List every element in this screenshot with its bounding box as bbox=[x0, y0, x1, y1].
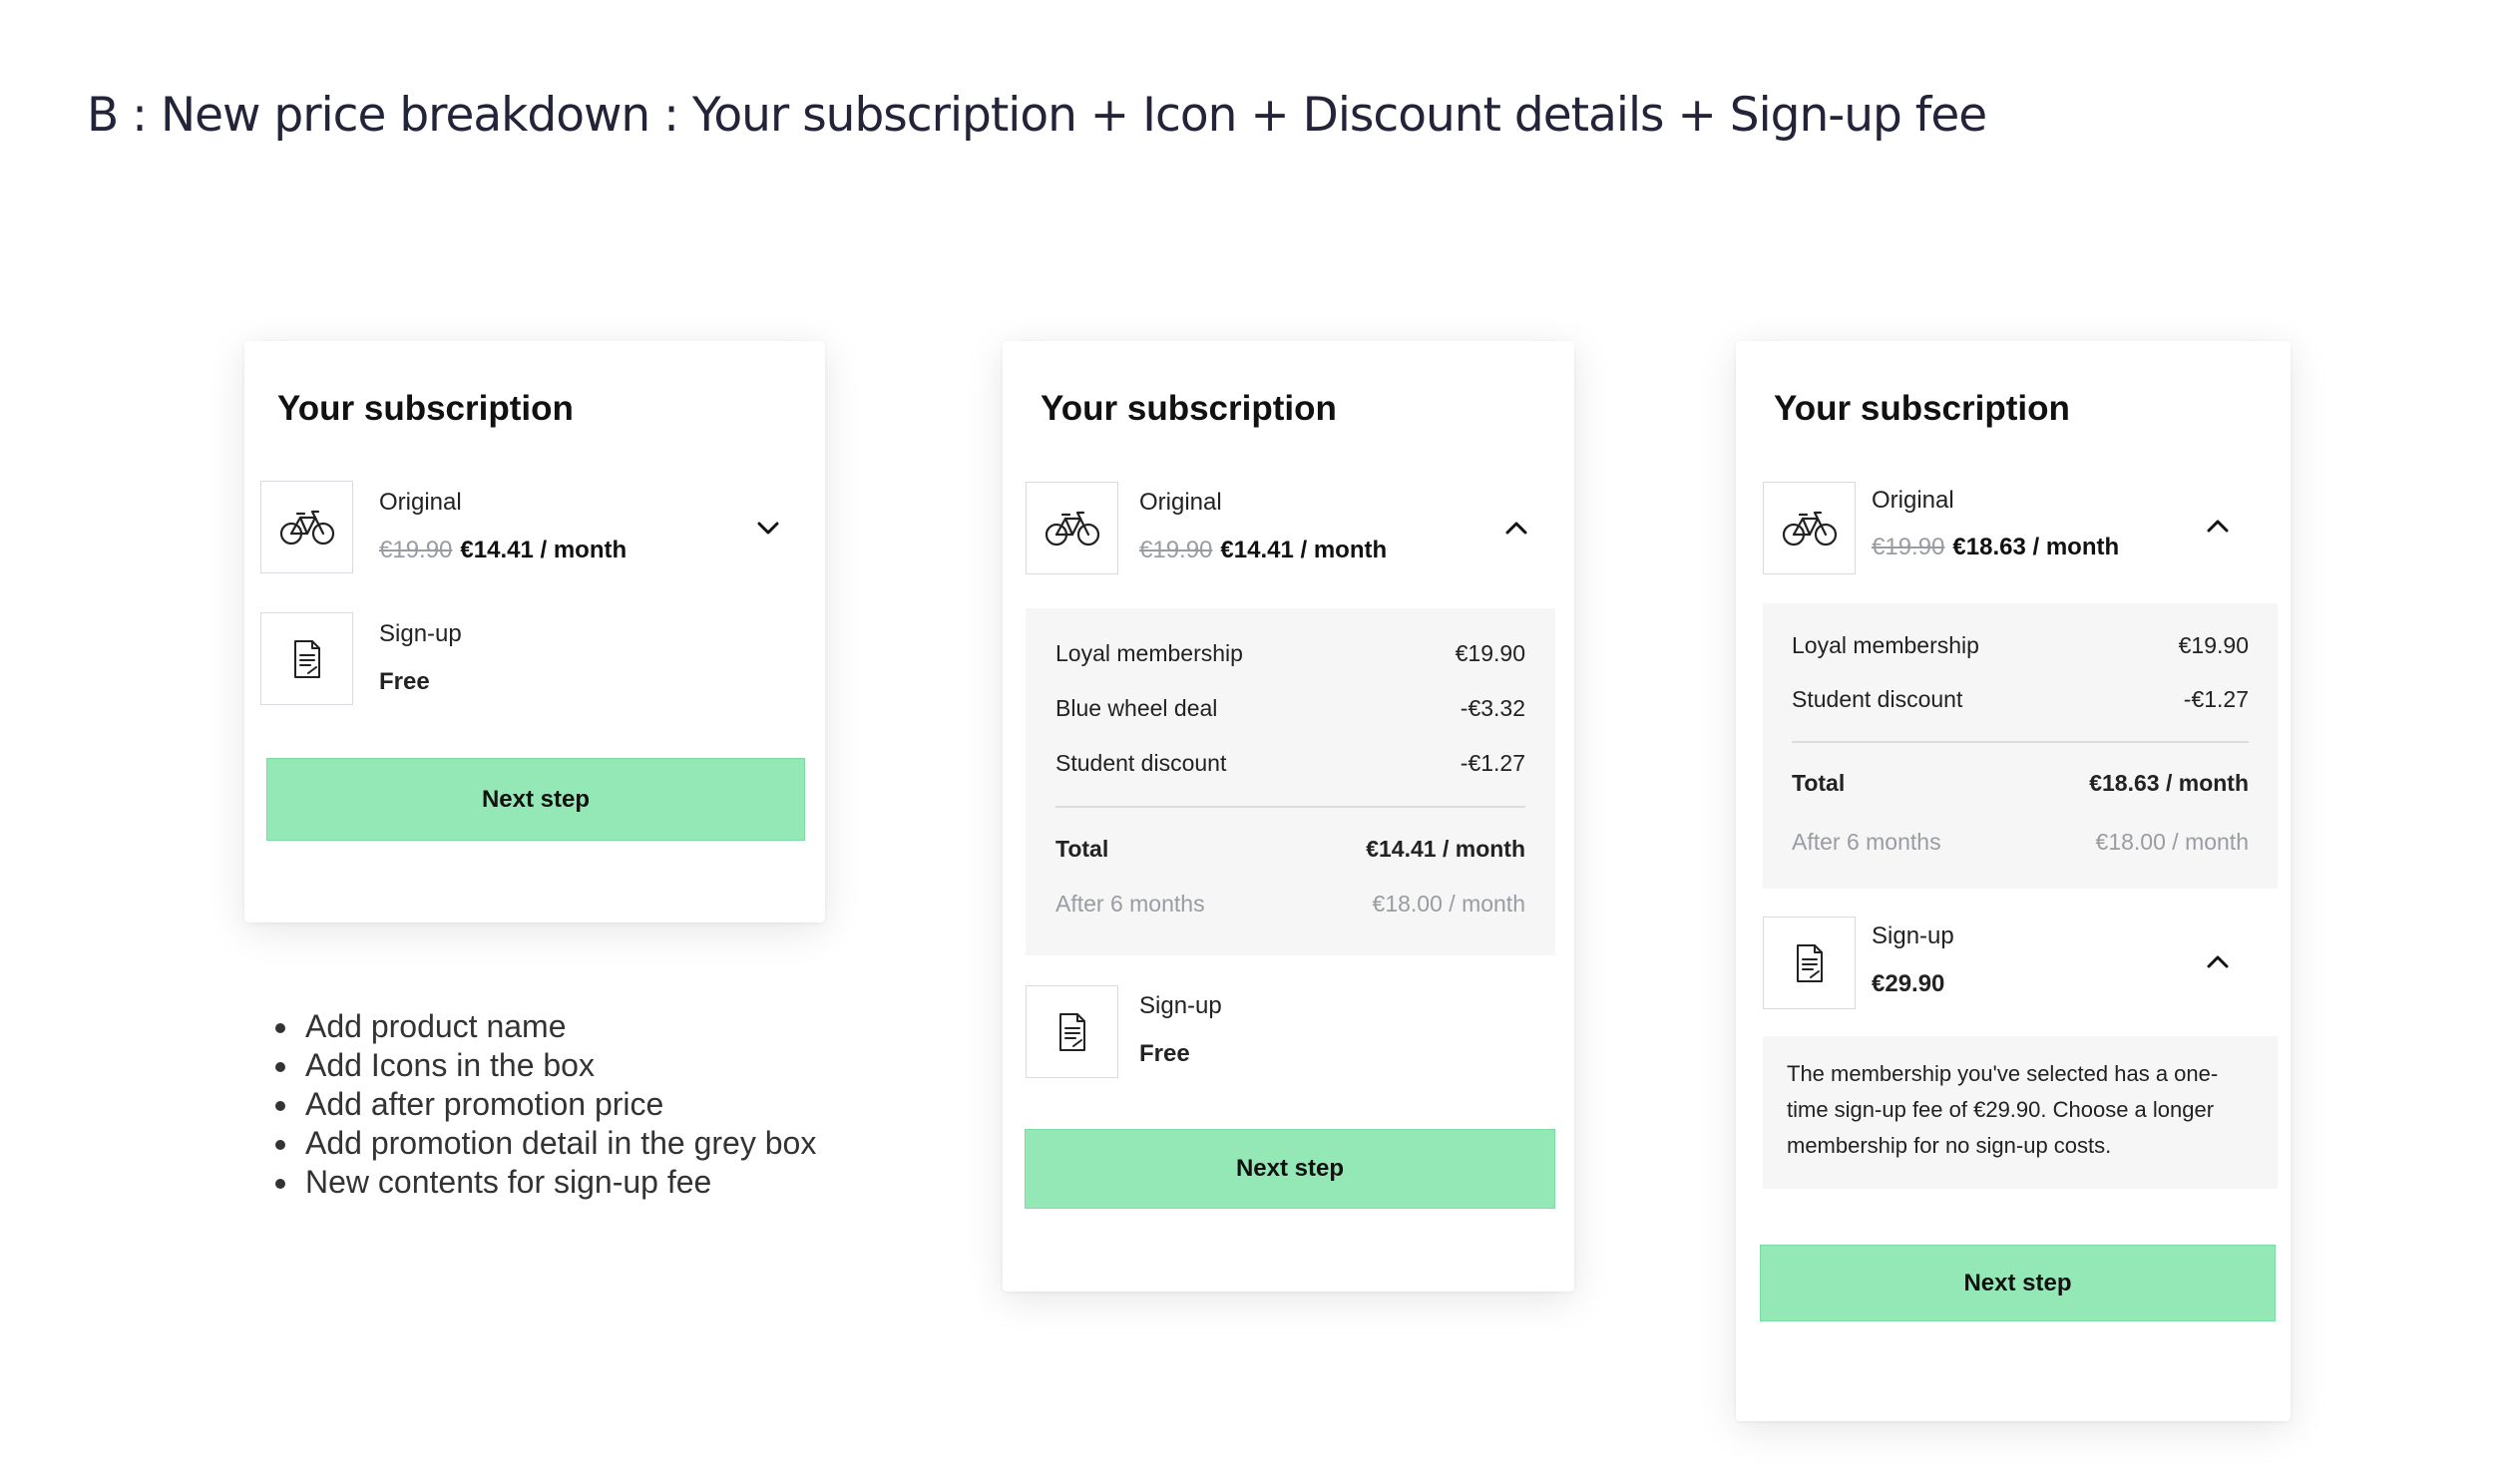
bicycle-icon bbox=[1782, 511, 1837, 546]
list-item: Add product name bbox=[301, 1007, 816, 1046]
discounted-price: €18.63 / month bbox=[1952, 534, 2120, 560]
after-promo-label: After 6 months bbox=[1792, 829, 1941, 855]
collapse-price-button[interactable] bbox=[2203, 516, 2233, 536]
breakdown-label: Student discount bbox=[1055, 750, 1227, 776]
card-title: Your subscription bbox=[1041, 389, 1337, 428]
breakdown-label: Loyal membership bbox=[1792, 632, 1979, 658]
signup-label: Sign-up bbox=[1139, 992, 1222, 1019]
total-value: €14.41 / month bbox=[1366, 836, 1525, 862]
original-price: €19.90 bbox=[379, 537, 453, 563]
price-breakdown-box: Loyal membership €19.90 Student discount… bbox=[1763, 603, 2278, 889]
signup-fee: Free bbox=[379, 668, 430, 695]
signup-label: Sign-up bbox=[379, 620, 462, 647]
signup-icon-box bbox=[1026, 985, 1118, 1078]
breakdown-value: -€1.27 bbox=[2183, 686, 2249, 712]
bicycle-icon bbox=[279, 510, 334, 545]
chevron-up-icon bbox=[1505, 522, 1527, 535]
signup-fee-note: The membership you've selected has a one… bbox=[1787, 1061, 2219, 1158]
signup-icon-box bbox=[1763, 917, 1856, 1009]
product-icon-box bbox=[260, 481, 353, 573]
breakdown-value: €19.90 bbox=[2178, 632, 2249, 658]
document-icon bbox=[1058, 1012, 1085, 1051]
total-value: €18.63 / month bbox=[2089, 770, 2249, 796]
signup-fee-details-box: The membership you've selected has a one… bbox=[1763, 1036, 2278, 1189]
page-title: B : New price breakdown : Your subscript… bbox=[87, 88, 1987, 143]
product-price: €19.90 €14.41 / month bbox=[379, 537, 627, 564]
subscription-card-signup-fee: Your subscription Original €19.90 €18.63 … bbox=[1736, 341, 2291, 1421]
product-price: €19.90 €14.41 / month bbox=[1139, 537, 1387, 564]
price-breakdown-box: Loyal membership €19.90 Blue wheel deal … bbox=[1026, 608, 1555, 955]
list-item: Add after promotion price bbox=[301, 1085, 816, 1124]
list-item: New contents for sign-up fee bbox=[301, 1163, 816, 1202]
next-step-button[interactable]: Next step bbox=[1025, 1129, 1555, 1209]
total-label: Total bbox=[1055, 836, 1109, 862]
signup-label: Sign-up bbox=[1872, 922, 1954, 949]
after-promo-value: €18.00 / month bbox=[1372, 891, 1525, 917]
discounted-price: €14.41 / month bbox=[1220, 537, 1388, 563]
subscription-card-expanded: Your subscription Original €19.90 €14.41 … bbox=[1003, 341, 1574, 1291]
original-price: €19.90 bbox=[1872, 534, 1945, 560]
collapse-signup-button[interactable] bbox=[2203, 951, 2233, 971]
after-promo-label: After 6 months bbox=[1055, 891, 1205, 917]
bicycle-icon bbox=[1045, 511, 1099, 546]
divider bbox=[1792, 741, 2249, 743]
product-price: €19.90 €18.63 / month bbox=[1872, 534, 2119, 561]
discounted-price: €14.41 / month bbox=[460, 537, 628, 563]
breakdown-value: -€1.27 bbox=[1460, 750, 1525, 776]
breakdown-value: €19.90 bbox=[1455, 640, 1525, 666]
total-label: Total bbox=[1792, 770, 1846, 796]
chevron-down-icon bbox=[757, 522, 779, 535]
signup-fee: €29.90 bbox=[1872, 970, 1945, 997]
breakdown-value: -€3.32 bbox=[1460, 695, 1525, 721]
next-step-button[interactable]: Next step bbox=[266, 758, 805, 841]
breakdown-label: Student discount bbox=[1792, 686, 1963, 712]
collapse-price-button[interactable] bbox=[1501, 518, 1531, 538]
notes-list: Add product name Add Icons in the box Ad… bbox=[267, 1007, 816, 1202]
document-icon bbox=[293, 639, 320, 678]
card-title: Your subscription bbox=[277, 389, 574, 428]
next-step-button[interactable]: Next step bbox=[1760, 1245, 2276, 1321]
product-icon-box bbox=[1763, 482, 1856, 574]
product-name: Original bbox=[1139, 489, 1222, 516]
signup-fee: Free bbox=[1139, 1040, 1190, 1067]
chevron-up-icon bbox=[2207, 955, 2229, 968]
after-promo-value: €18.00 / month bbox=[2095, 829, 2249, 855]
breakdown-label: Blue wheel deal bbox=[1055, 695, 1218, 721]
chevron-up-icon bbox=[2207, 520, 2229, 533]
product-icon-box bbox=[1026, 482, 1118, 574]
signup-icon-box bbox=[260, 612, 353, 705]
breakdown-label: Loyal membership bbox=[1055, 640, 1243, 666]
list-item: Add Icons in the box bbox=[301, 1046, 816, 1085]
product-name: Original bbox=[1872, 487, 1954, 514]
original-price: €19.90 bbox=[1139, 537, 1213, 563]
document-icon bbox=[1796, 943, 1823, 982]
expand-price-button[interactable] bbox=[753, 519, 783, 539]
divider bbox=[1055, 806, 1525, 808]
card-title: Your subscription bbox=[1774, 389, 2070, 428]
list-item: Add promotion detail in the grey box bbox=[301, 1124, 816, 1163]
subscription-card-collapsed: Your subscription Original €19.90 €14.41 … bbox=[244, 341, 825, 922]
product-name: Original bbox=[379, 489, 462, 516]
